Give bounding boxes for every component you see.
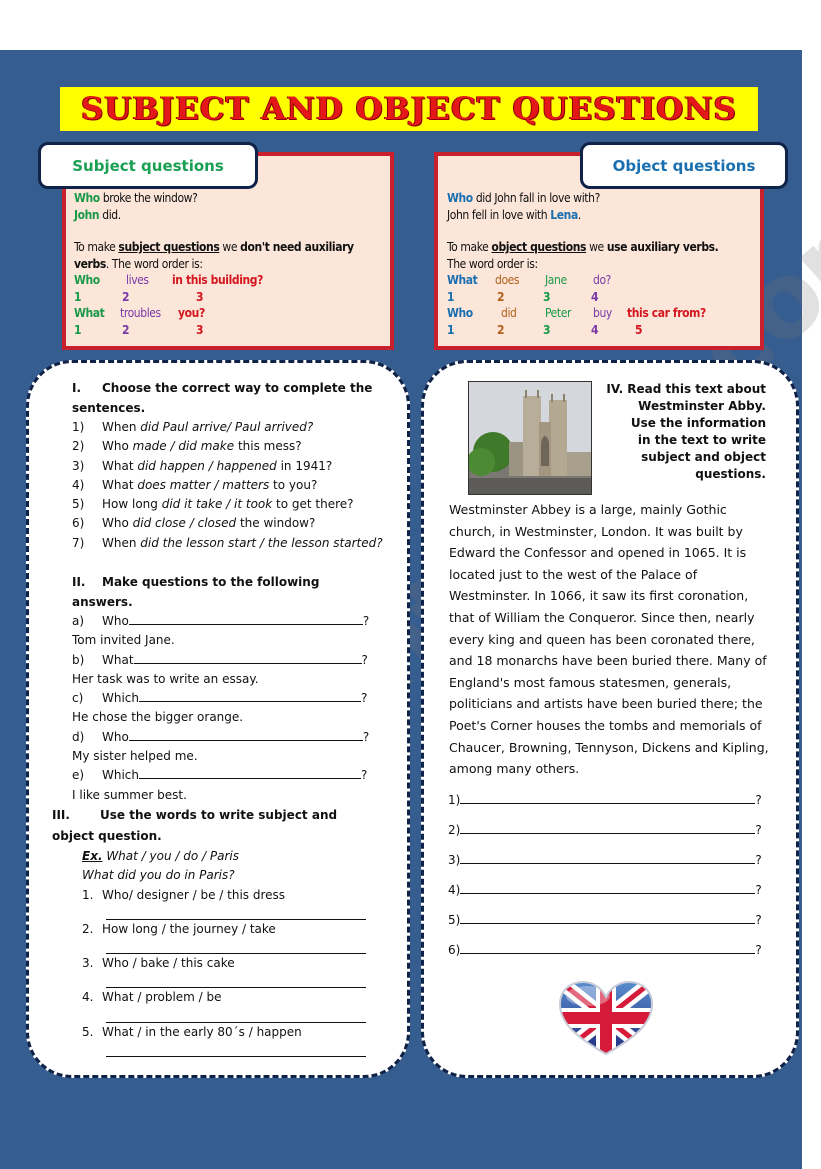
word-order-intro: The word order is:	[447, 256, 538, 271]
choice-item: 7) When did the lesson start / the lesson…	[72, 535, 383, 550]
object-questions-label: Object questions	[580, 142, 788, 189]
section-3: III. Use the words to write subject and o…	[52, 805, 372, 1058]
answer-line[interactable]	[106, 973, 366, 989]
westminster-text: Westminster Abbey is a large, mainly Got…	[449, 502, 769, 777]
question-blank[interactable]: d) Who?	[72, 728, 382, 747]
word-prompt-item: 1. Who/ designer / be / this dress	[82, 886, 372, 920]
example-answer: What did you do in Paris?	[82, 868, 235, 883]
given-answer: Tom invited Jane.	[72, 633, 175, 648]
question-blank[interactable]: b) What?	[72, 651, 382, 670]
word-order-row: What does Jane do?	[447, 273, 611, 287]
section-4-answers: 1)? 2)? 3)? 4)? 5)? 6)?	[448, 791, 768, 971]
answer-line[interactable]	[460, 821, 756, 834]
answer-row[interactable]: 5)?	[448, 911, 768, 941]
answer-line[interactable]	[460, 941, 756, 954]
word-order-numbers: 1 2 3	[74, 322, 204, 337]
choice-item: 5) How long did it take / it took to get …	[72, 497, 354, 512]
word-prompt-item: 4. What / problem / be	[82, 988, 372, 1023]
word-prompt-item: 2. How long / the journey / take	[82, 920, 372, 955]
object-rule: To make object questions we use auxiliar…	[447, 240, 719, 254]
choice-item: 3) What did happen / happened in 1941?	[72, 458, 333, 473]
answer-line[interactable]	[460, 881, 756, 894]
example-answer: John fell in love with	[447, 207, 551, 222]
section-1-title: I. Choose the correct way to complete the…	[72, 381, 373, 415]
section-2-title: II. Make questions to the following answe…	[72, 575, 320, 609]
word-order-numbers: 1 2 3	[74, 289, 204, 304]
section-1: I. Choose the correct way to complete the…	[72, 378, 392, 553]
example-answer-word: John	[74, 207, 100, 222]
answer-line[interactable]	[139, 766, 362, 780]
example-question-word: Who	[447, 191, 473, 205]
word-order-row: Who did Peter buy this car from?	[447, 306, 706, 320]
question-blank[interactable]: a) Who?	[72, 612, 382, 631]
union-jack-heart-icon	[558, 980, 654, 1056]
answer-line[interactable]	[133, 651, 362, 664]
example-question: did John fall in love with?	[472, 191, 600, 205]
answer-row[interactable]: 3)?	[448, 851, 768, 881]
choice-item: 2) Who made / did make this mess?	[72, 439, 302, 454]
example-answer: did.	[99, 207, 121, 222]
given-answer: I like summer best.	[72, 787, 187, 802]
subject-questions-content: Who broke the window? John did. To make …	[74, 190, 384, 338]
given-answer: My sister helped me.	[72, 749, 198, 764]
example-question-word: Who	[74, 191, 100, 205]
answer-line[interactable]	[106, 905, 366, 920]
answer-line[interactable]	[460, 851, 756, 864]
word-prompt-item: 3. Who / bake / this cake	[82, 954, 372, 989]
subject-questions-label: Subject questions	[38, 142, 258, 189]
word-prompt-item: 5. What / in the early 80´s / happen	[82, 1023, 372, 1058]
section-2: II. Make questions to the following answe…	[72, 572, 382, 805]
given-answer: Her task was to write an essay.	[72, 671, 259, 686]
example-prompt: Ex. What / you / do / Paris	[82, 849, 239, 863]
answer-line[interactable]	[128, 612, 363, 625]
answer-row[interactable]: 2)?	[448, 821, 768, 851]
answer-line[interactable]	[128, 728, 363, 741]
example-question: broke the window?	[99, 191, 198, 205]
choice-item: 6) Who did close / closed the window?	[72, 516, 316, 531]
word-order-numbers: 1 2 3 4 5	[447, 322, 643, 337]
given-answer: He chose the bigger orange.	[72, 710, 244, 725]
section-3-title: III. Use the words to write subject and o…	[52, 808, 338, 843]
westminster-abbey-photo	[468, 381, 592, 495]
page-title: SUBJECT AND OBJECT QUESTIONS	[81, 91, 737, 127]
answer-row[interactable]: 4)?	[448, 881, 768, 911]
question-blank[interactable]: e) Which?	[72, 766, 382, 785]
answer-row[interactable]: 1)?	[448, 791, 768, 821]
answer-line[interactable]	[106, 939, 366, 955]
object-questions-content: Who did John fall in love with? John fel…	[447, 190, 757, 338]
section-4-title: IV. Read this text about Westminster Abb…	[606, 382, 766, 481]
answer-line[interactable]	[106, 1008, 366, 1023]
subject-rule: To make subject questions we don't need …	[74, 240, 354, 271]
choice-item: 4) What does matter / matters to you?	[72, 477, 318, 492]
example-answer-word: Lena	[550, 207, 578, 222]
answer-line[interactable]	[460, 791, 756, 804]
question-blank[interactable]: c) Which?	[72, 689, 382, 708]
choice-item: 1) When did Paul arrive/ Paul arrived?	[72, 420, 314, 434]
answer-row[interactable]: 6)?	[448, 941, 768, 971]
answer-line[interactable]	[460, 911, 756, 924]
word-order-row: What troubles you?	[74, 306, 205, 320]
abbey-illustration-icon	[469, 382, 591, 494]
title-banner: SUBJECT AND OBJECT QUESTIONS	[60, 87, 758, 131]
word-order-row: Who lives in this building?	[74, 273, 263, 287]
answer-line[interactable]	[139, 689, 362, 703]
answer-line[interactable]	[106, 1042, 366, 1058]
word-order-numbers: 1 2 3 4	[447, 289, 599, 304]
